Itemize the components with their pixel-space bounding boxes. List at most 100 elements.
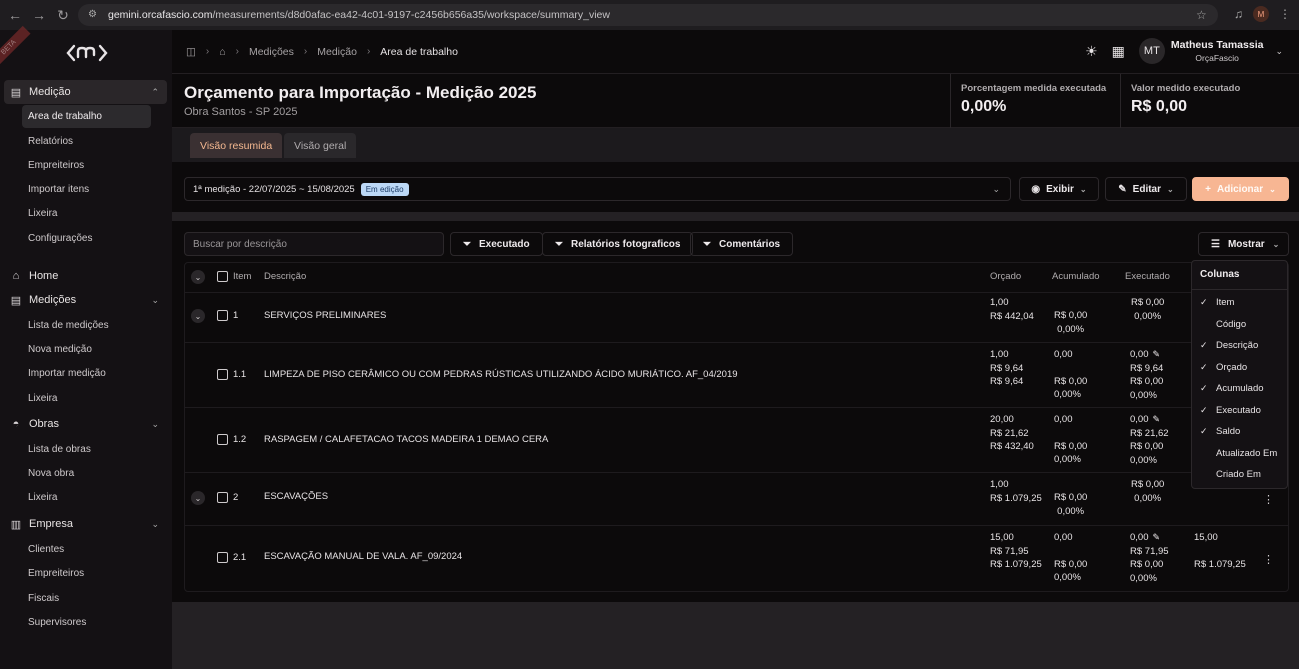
filter-comentarios-button[interactable]: ⏷ Comentários — [690, 232, 794, 256]
nav-item-lixeira[interactable]: Lixeira — [22, 202, 151, 225]
nav-item-configuracoes[interactable]: Configurações — [22, 227, 151, 250]
nav-group-obras[interactable]: ◓ Obras ⌄ — [4, 412, 167, 436]
bookmark-star-icon[interactable]: ☆ — [1196, 8, 1207, 22]
media-icon[interactable]: ♫ — [1234, 7, 1243, 21]
nav-group-medicoes[interactable]: ▤ Medições ⌄ — [4, 288, 167, 312]
pencil-icon[interactable]: ✎ — [1153, 414, 1161, 424]
tab-visao-geral[interactable]: Visão geral — [284, 133, 357, 158]
collapse-row-icon[interactable]: ⌄ — [191, 309, 205, 323]
nav-item-importar-medicao[interactable]: Importar medição — [22, 362, 151, 385]
column-option-saldo[interactable]: ✓ Saldo — [1200, 423, 1240, 439]
breadcrumb-medicoes[interactable]: Medições — [249, 46, 294, 58]
nav-item-nova-medicao[interactable]: Nova medição — [22, 338, 151, 361]
chevron-down-icon[interactable]: ⌄ — [151, 295, 159, 306]
value-line: R$ 1.079,25 — [990, 492, 1042, 504]
search-input[interactable]: Buscar por descrição — [184, 232, 444, 256]
mostrar-button[interactable]: ☰ Mostrar ⌄ — [1198, 232, 1289, 256]
pencil-icon[interactable]: ✎ — [1153, 349, 1161, 359]
column-option-codigo[interactable]: Código — [1200, 316, 1246, 332]
row-checkbox[interactable] — [217, 552, 228, 563]
forward-icon[interactable]: → — [26, 7, 52, 23]
exibir-button[interactable]: ◉ Exibir ⌄ — [1019, 177, 1099, 201]
back-icon[interactable]: ← — [2, 7, 28, 23]
nav-item-empreiteiros-empresa[interactable]: Empreiteiros — [22, 562, 151, 585]
address-bar[interactable]: ⚙ gemini.orcafascio.com/measurements/d8d… — [78, 4, 1218, 26]
editar-button[interactable]: ✎ Editar ⌄ — [1105, 177, 1187, 201]
column-option-descricao[interactable]: ✓ Descrição — [1200, 337, 1258, 353]
value-line: R$ 1.079,25 — [1194, 558, 1246, 570]
column-option-orcado[interactable]: ✓ Orçado — [1200, 359, 1247, 375]
tab-visao-resumida[interactable]: Visão resumida — [190, 133, 283, 158]
nav-group-home[interactable]: ⌂ Home — [4, 264, 167, 288]
row-checkbox[interactable] — [217, 369, 228, 380]
cell-executado[interactable]: 0,00 ✎ R$ 21,62 R$ 0,00 0,00% — [1130, 413, 1169, 467]
select-all-checkbox[interactable] — [217, 271, 228, 282]
adicionar-button[interactable]: + Adicionar ⌄ — [1192, 177, 1289, 201]
header-acumulado[interactable]: Acumulado — [1052, 271, 1100, 282]
chevron-down-icon[interactable]: ⌄ — [151, 419, 159, 430]
row-menu-icon[interactable]: ⋮ — [1263, 493, 1274, 506]
chevron-down-icon[interactable]: ⌄ — [1275, 46, 1283, 57]
nav-item-nova-obra[interactable]: Nova obra — [22, 462, 151, 485]
filter-relatorios-button[interactable]: ⏷ Relatórios fotograficos — [542, 232, 694, 256]
column-option-acumulado[interactable]: ✓ Acumulado — [1200, 380, 1264, 396]
profile-avatar[interactable]: M — [1253, 6, 1269, 22]
value-line: 0,00% — [1057, 323, 1085, 335]
header-orcado[interactable]: Orçado — [990, 271, 1021, 282]
pencil-icon[interactable]: ✎ — [1153, 532, 1161, 542]
header-executado[interactable]: Executado — [1125, 271, 1170, 282]
apps-grid-icon[interactable]: ▦ — [1112, 43, 1125, 60]
chevron-up-icon[interactable]: ⌃ — [151, 87, 159, 98]
column-option-atualizado-em[interactable]: Atualizado Em — [1200, 445, 1277, 461]
reload-icon[interactable]: ↻ — [50, 7, 76, 24]
nav-item-empreiteiros[interactable]: Empreiteiros — [22, 154, 151, 177]
nav-item-supervisores[interactable]: Supervisores — [22, 611, 151, 634]
value-line: 0,00 — [1054, 349, 1073, 360]
section-divider — [172, 212, 1299, 221]
metric-value: 0,00% — [961, 98, 1007, 115]
cell-acumulado: R$ 0,00 0,00% — [1054, 491, 1087, 518]
nav-item-clientes[interactable]: Clientes — [22, 538, 151, 561]
nav-item-lista-de-medicoes[interactable]: Lista de medições — [22, 314, 151, 337]
sidebar-toggle-icon[interactable]: ◫ — [186, 46, 196, 58]
cell-executado[interactable]: 0,00 ✎ R$ 71,95 R$ 0,00 0,00% — [1130, 531, 1169, 585]
cell-executado[interactable]: 0,00 ✎ R$ 9,64 R$ 0,00 0,00% — [1130, 348, 1163, 402]
check-icon: ✓ — [1200, 296, 1208, 307]
theme-toggle-icon[interactable]: ☀ — [1085, 43, 1098, 60]
column-option-criado-em[interactable]: Criado Em — [1200, 466, 1261, 482]
row-checkbox[interactable] — [217, 310, 228, 321]
nav-item-lixeira-obras[interactable]: Lixeira — [22, 486, 151, 509]
row-checkbox[interactable] — [217, 492, 228, 503]
nav-item-lixeira-medicoes[interactable]: Lixeira — [22, 387, 151, 410]
nav-item-fiscais[interactable]: Fiscais — [22, 587, 151, 610]
nav-item-area-de-trabalho[interactable]: Area de trabalho — [22, 105, 151, 128]
header-item[interactable]: Item — [233, 271, 251, 282]
collapse-row-icon[interactable]: ⌄ — [191, 491, 205, 505]
columns-menu-title: Colunas — [1200, 269, 1240, 280]
menu-dots-icon[interactable]: ⋮ — [1279, 7, 1291, 21]
nav-group-empresa[interactable]: ▥ Empresa ⌄ — [4, 512, 167, 536]
period-select[interactable]: 1ª medição - 22/07/2025 ~ 15/08/2025 Em … — [184, 177, 1011, 201]
cell-orcado: 1,00 R$ 1.079,25 — [990, 478, 1042, 505]
nav-item-lista-de-obras[interactable]: Lista de obras — [22, 438, 151, 461]
header-descricao[interactable]: Descrição — [264, 271, 306, 282]
column-option-item[interactable]: ✓ Item — [1200, 294, 1234, 310]
filter-executado-button[interactable]: ⏷ Executado — [450, 232, 543, 256]
nav-item-relatorios[interactable]: Relatórios — [22, 130, 151, 153]
chevron-right-icon: › — [205, 46, 210, 57]
row-checkbox[interactable] — [217, 434, 228, 445]
site-info-icon[interactable]: ⚙ — [88, 9, 100, 21]
expand-all-icon[interactable]: ⌄ — [191, 270, 205, 284]
breadcrumb-medicao[interactable]: Medição — [317, 46, 357, 58]
user-menu[interactable]: MT Matheus Tamassia OrçaFascio ⌄ — [1138, 38, 1283, 64]
nav-group-medicao[interactable]: ▤ Medição ⌃ — [4, 80, 167, 104]
row-divider — [185, 292, 1288, 293]
chevron-down-icon[interactable]: ⌄ — [151, 519, 159, 530]
button-label: Exibir — [1046, 183, 1074, 195]
value-line: 1,00 — [990, 479, 1009, 490]
column-option-executado[interactable]: ✓ Executado — [1200, 402, 1261, 418]
orcafascio-logo[interactable] — [66, 42, 108, 64]
row-menu-icon[interactable]: ⋮ — [1263, 553, 1274, 566]
home-icon[interactable]: ⌂ — [219, 46, 225, 58]
nav-item-importar-itens[interactable]: Importar itens — [22, 178, 151, 201]
